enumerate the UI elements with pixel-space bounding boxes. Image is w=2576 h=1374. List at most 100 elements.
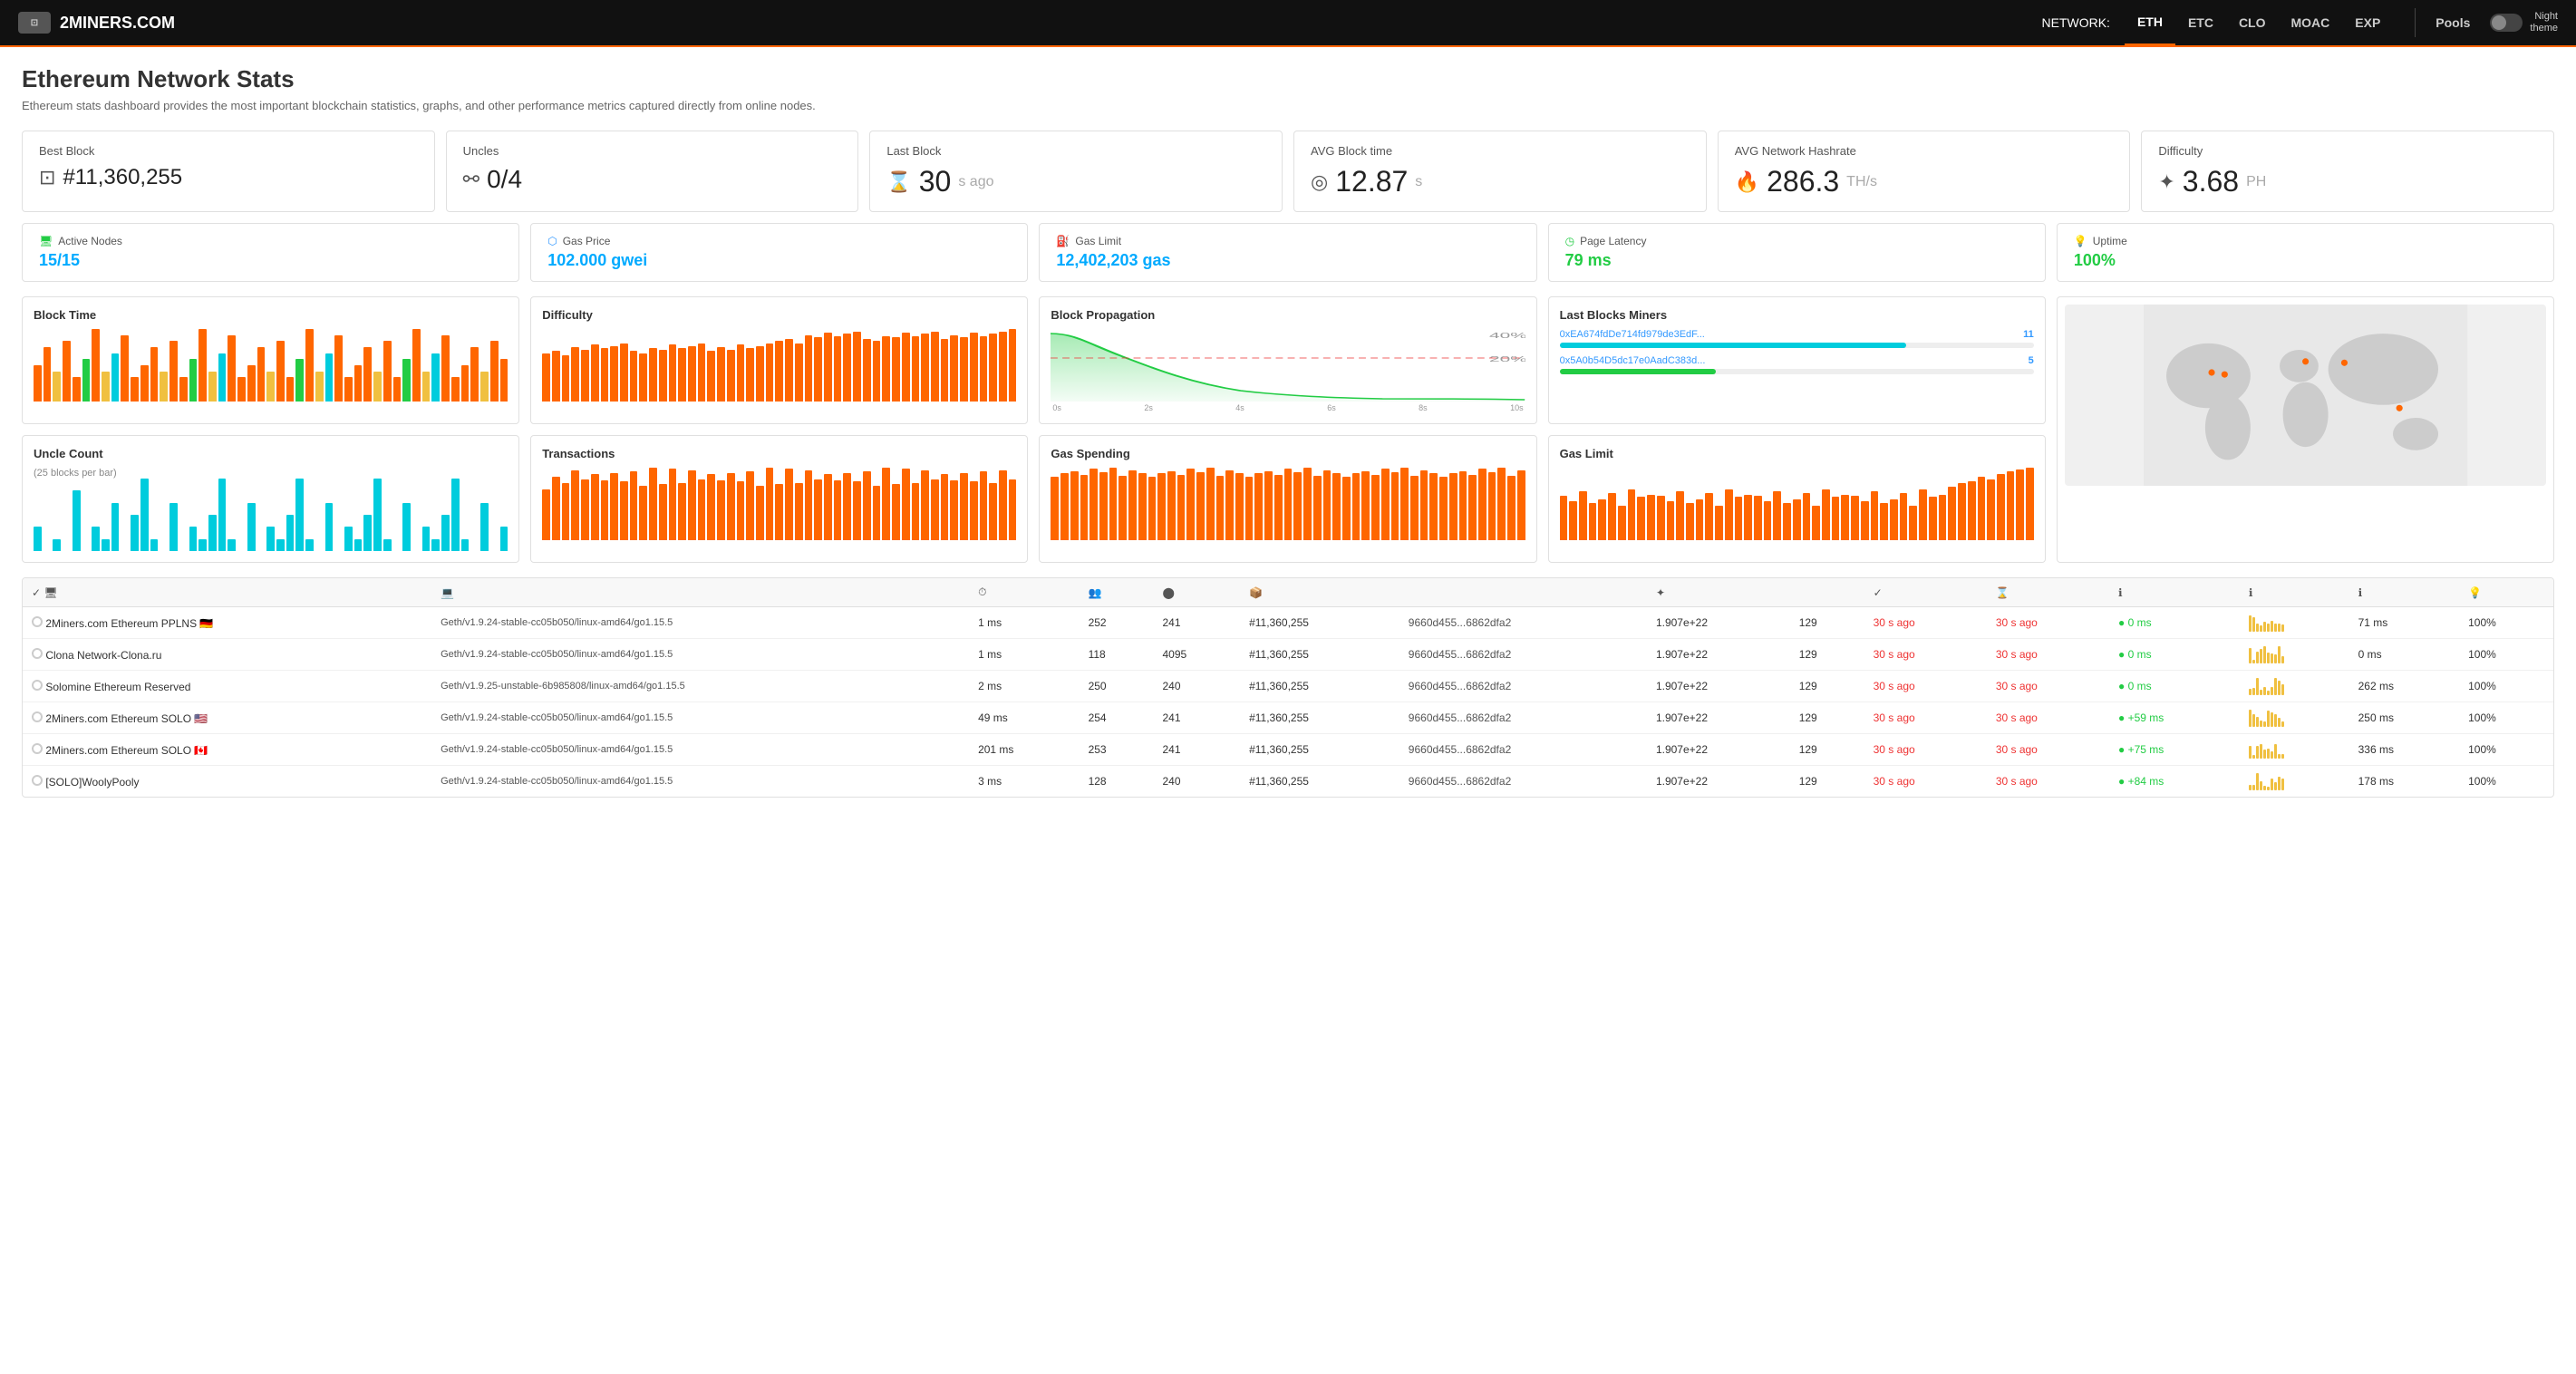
spark-bar — [2260, 744, 2262, 759]
nav-link-moac[interactable]: MOAC — [2279, 0, 2343, 46]
bar — [1245, 477, 1254, 540]
bar — [1391, 472, 1399, 540]
bar — [344, 377, 353, 402]
best-block-icon: ⊡ — [39, 166, 55, 189]
spark-bar — [2263, 622, 2266, 632]
bar — [189, 527, 198, 551]
bar — [707, 351, 715, 402]
td-latency: 201 ms — [969, 734, 1080, 766]
bar — [814, 479, 822, 540]
bar — [1764, 501, 1772, 540]
td-block-hash: 9660d455...6862dfa2 — [1399, 734, 1647, 766]
bar — [581, 350, 589, 402]
bar — [1070, 471, 1079, 540]
bar — [581, 479, 589, 540]
radio-circle — [32, 711, 43, 722]
bar — [63, 341, 71, 402]
nav-link-eth[interactable]: ETH — [2125, 0, 2175, 46]
night-theme-toggle[interactable]: Nighttheme — [2490, 11, 2558, 34]
td-difficulty: 1.907e+22 — [1647, 671, 1790, 702]
bar — [960, 473, 968, 540]
bar — [208, 515, 217, 551]
bar — [941, 339, 949, 402]
nav-link-clo[interactable]: CLO — [2226, 0, 2279, 46]
spark-bar — [2281, 656, 2284, 663]
sparkline — [2249, 645, 2340, 663]
bar — [121, 335, 129, 402]
bar — [873, 486, 881, 540]
spark-bar — [2249, 689, 2252, 695]
bar — [363, 515, 372, 551]
td-client: Geth/v1.9.24-stable-cc05b050/linux-amd64… — [431, 702, 969, 734]
bar — [659, 350, 667, 402]
stat-card-label: AVG Block time — [1311, 144, 1690, 158]
th-gas-price — [1790, 578, 1864, 607]
td-gas-price: 129 — [1790, 702, 1864, 734]
th-best-block: 📦 — [1240, 578, 1399, 607]
spark-bar — [2271, 687, 2273, 695]
bar — [247, 365, 256, 402]
node-name: 2Miners.com Ethereum SOLO 🇺🇸 — [45, 712, 208, 725]
td-gas-price: 129 — [1790, 639, 1864, 671]
bar — [325, 503, 334, 551]
nav-pools-link[interactable]: Pools — [2423, 15, 2483, 30]
map-dot-ru — [2341, 360, 2348, 366]
active-nodes-icon: 🖥 — [39, 235, 53, 247]
bar — [1459, 471, 1467, 540]
td-status: Solomine Ethereum Reserved — [23, 671, 431, 702]
bar — [179, 377, 188, 402]
spark-bar — [2274, 678, 2277, 695]
difficulty-title: Difficulty — [542, 308, 1016, 322]
td-gas-price: 129 — [1790, 734, 1864, 766]
td-difficulty: 1.907e+22 — [1647, 766, 1790, 798]
spark-bar — [2271, 712, 2273, 727]
toggle-switch[interactable] — [2490, 14, 2523, 32]
stat-card-label: Difficulty — [2158, 144, 2537, 158]
bar — [542, 353, 550, 402]
gas-price-value: 102.000 gwei — [547, 251, 1011, 270]
gas-price-icon: ⬡ — [547, 235, 557, 247]
bar — [795, 344, 803, 402]
prop-x-0: 0s — [1052, 403, 1061, 412]
table-row: Clona Network-Clona.ru Geth/v1.9.24-stab… — [23, 639, 2553, 671]
bar — [1225, 470, 1234, 540]
bar — [805, 470, 813, 540]
bar — [1186, 469, 1195, 540]
block-time-title: Block Time — [34, 308, 508, 322]
bar — [373, 372, 382, 402]
stat-card-avg-block-time: AVG Block time ◎ 12.87 s — [1293, 131, 1707, 212]
bar — [1939, 495, 1947, 540]
bar — [131, 515, 139, 551]
td-last-block-check: 30 s ago — [1864, 639, 1987, 671]
bar — [659, 484, 667, 540]
bar — [1841, 495, 1849, 540]
bar — [1725, 489, 1733, 540]
td-latency2: 250 ms — [2349, 702, 2460, 734]
td-peers: 253 — [1080, 734, 1154, 766]
bar — [1488, 472, 1496, 540]
bar — [237, 377, 246, 402]
td-sparkline — [2240, 639, 2349, 671]
bar — [451, 479, 460, 551]
bar — [921, 470, 929, 540]
gas-limit-value: 12,402,203 gas — [1056, 251, 1519, 270]
th-uptime: 💡 — [2459, 578, 2553, 607]
bar — [1128, 470, 1137, 540]
bar — [756, 486, 764, 540]
stat-card-difficulty: Difficulty ✦ 3.68 PH — [2141, 131, 2554, 212]
spark-bar — [2271, 621, 2273, 632]
nav-link-exp[interactable]: EXP — [2342, 0, 2393, 46]
bar — [688, 346, 696, 402]
bar — [73, 490, 81, 551]
spark-bar — [2271, 751, 2273, 759]
stat-card-label: AVG Network Hashrate — [1735, 144, 2114, 158]
bar — [591, 474, 599, 540]
stat-card2-uptime: 💡 Uptime 100% — [2057, 223, 2554, 282]
bar — [111, 503, 120, 551]
label: 💡 Uptime — [2074, 235, 2537, 247]
bar — [140, 479, 149, 551]
bar — [834, 480, 842, 540]
stat-card-value: ⌛ 30 s ago — [886, 165, 1265, 198]
nav-link-etc[interactable]: ETC — [2175, 0, 2226, 46]
spark-bar — [2267, 691, 2270, 695]
